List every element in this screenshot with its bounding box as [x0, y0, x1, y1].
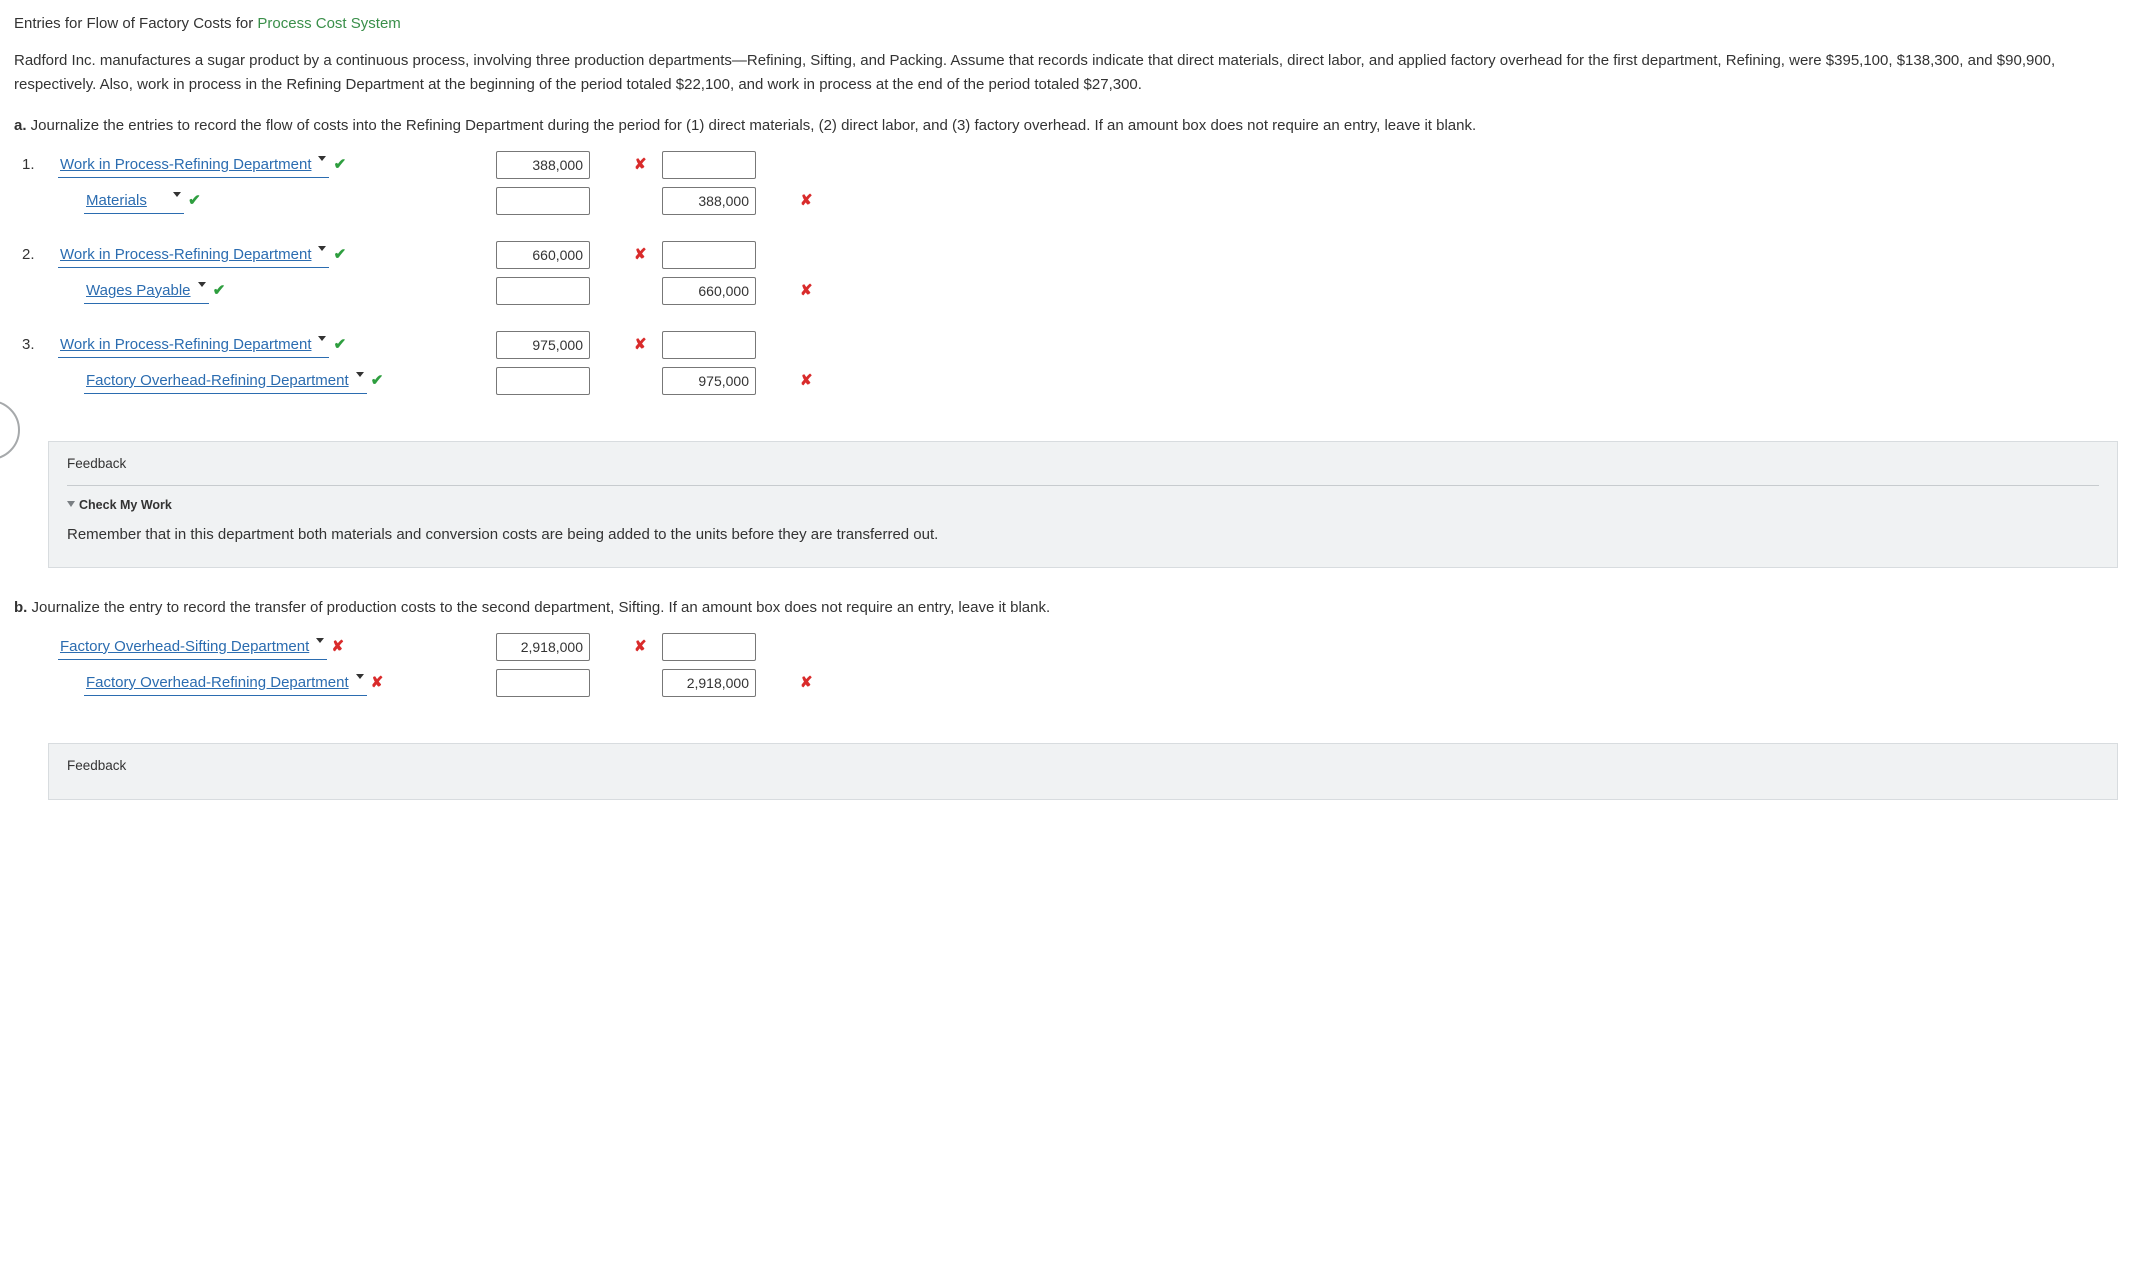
amount-input[interactable] [662, 151, 756, 179]
chevron-down-icon [356, 372, 364, 377]
account-select[interactable]: Work in Process-Refining Department [58, 242, 329, 268]
chevron-down-icon [198, 282, 206, 287]
check-icon: ✔ [334, 156, 347, 173]
x-icon: ✘ [634, 635, 654, 658]
account-select[interactable]: Factory Overhead-Sifting Department [58, 634, 327, 660]
amount-input[interactable] [496, 187, 590, 215]
journal-row-debit: 1. Work in Process-Refining Department ✔ 3… [22, 151, 2118, 179]
account-select[interactable]: Wages Payable [84, 278, 209, 304]
check-icon: ✔ [334, 246, 347, 263]
part-a-prompt: a. Journalize the entries to record the … [14, 114, 2118, 137]
amount-input[interactable]: 660,000 [662, 277, 756, 305]
chevron-down-icon [356, 674, 364, 679]
x-icon: ✘ [800, 671, 820, 694]
amount-input[interactable] [496, 367, 590, 395]
x-icon: ✘ [800, 189, 820, 212]
x-icon: ✘ [634, 333, 654, 356]
amount-input[interactable] [662, 633, 756, 661]
part-a-label: a. [14, 117, 27, 134]
check-my-work-label: Check My Work [79, 498, 172, 512]
title-link[interactable]: Process Cost System [257, 15, 400, 32]
account-select-value: Factory Overhead-Refining Department [86, 674, 349, 691]
check-icon: ✔ [213, 282, 226, 299]
x-icon: ✘ [634, 153, 654, 176]
feedback-header: Feedback [67, 756, 2099, 787]
journal-row-credit: Factory Overhead-Refining Department ✘ 2,… [22, 669, 2118, 697]
account-select-value: Wages Payable [86, 282, 191, 299]
page-title: Entries for Flow of Factory Costs for Pr… [14, 12, 2118, 35]
amount-input[interactable]: 975,000 [496, 331, 590, 359]
account-select-value: Materials [86, 192, 147, 209]
entry-number: 3. [22, 333, 50, 356]
part-b-label: b. [14, 599, 27, 616]
journal-row-debit: 3. Work in Process-Refining Department ✔ 9… [22, 331, 2118, 359]
amount-input[interactable]: 660,000 [496, 241, 590, 269]
account-select[interactable]: Work in Process-Refining Department [58, 152, 329, 178]
account-select-value: Factory Overhead-Refining Department [86, 372, 349, 389]
journal-row-credit: Factory Overhead-Refining Department ✔ 97… [22, 367, 2118, 395]
feedback-header: Feedback [67, 454, 2099, 485]
check-icon: ✔ [188, 192, 201, 209]
amount-input[interactable]: 388,000 [662, 187, 756, 215]
journal-row-credit: Materials ✔ 388,000 ✘ [22, 187, 2118, 215]
x-icon: ✘ [371, 674, 384, 691]
amount-input[interactable]: 388,000 [496, 151, 590, 179]
amount-input[interactable]: 975,000 [662, 367, 756, 395]
check-icon: ✔ [334, 336, 347, 353]
entry-number: 1. [22, 153, 50, 176]
account-select-value: Work in Process-Refining Department [60, 156, 311, 173]
account-select-value: Work in Process-Refining Department [60, 336, 311, 353]
amount-input[interactable] [496, 669, 590, 697]
account-select[interactable]: Materials [84, 188, 184, 214]
part-b-prompt: b. Journalize the entry to record the tr… [14, 596, 2118, 619]
chevron-down-icon [316, 638, 324, 643]
journal-row-credit: Wages Payable ✔ 660,000 ✘ [22, 277, 2118, 305]
triangle-down-icon [67, 501, 75, 507]
chevron-down-icon [318, 336, 326, 341]
part-b-text: Journalize the entry to record the trans… [27, 599, 1050, 616]
amount-input[interactable]: 2,918,000 [662, 669, 756, 697]
feedback-box-a: Feedback Check My Work Remember that in … [48, 441, 2118, 568]
x-icon: ✘ [800, 279, 820, 302]
chevron-down-icon [318, 156, 326, 161]
title-prefix: Entries for Flow of Factory Costs for [14, 15, 257, 32]
account-select-value: Factory Overhead-Sifting Department [60, 638, 309, 655]
check-icon: ✔ [371, 372, 384, 389]
feedback-box-b: Feedback [48, 743, 2118, 800]
amount-input[interactable] [662, 241, 756, 269]
x-icon: ✘ [800, 369, 820, 392]
x-icon: ✘ [331, 638, 344, 655]
account-select[interactable]: Factory Overhead-Refining Department [84, 670, 367, 696]
account-select[interactable]: Work in Process-Refining Department [58, 332, 329, 358]
check-my-work-toggle[interactable]: Check My Work [67, 496, 2099, 523]
journal-row-debit: 2. Work in Process-Refining Department ✔ 6… [22, 241, 2118, 269]
account-select-value: Work in Process-Refining Department [60, 246, 311, 263]
amount-input[interactable] [662, 331, 756, 359]
amount-input[interactable]: 2,918,000 [496, 633, 590, 661]
entry-number: 2. [22, 243, 50, 266]
amount-input[interactable] [496, 277, 590, 305]
chevron-down-icon [173, 192, 181, 197]
feedback-body: Remember that in this department both ma… [67, 523, 2099, 546]
journal-row-debit: Factory Overhead-Sifting Department ✘ 2,9… [22, 633, 2118, 661]
part-a-text: Journalize the entries to record the flo… [27, 117, 1477, 134]
account-select[interactable]: Factory Overhead-Refining Department [84, 368, 367, 394]
problem-intro: Radford Inc. manufactures a sugar produc… [14, 49, 2118, 96]
x-icon: ✘ [634, 243, 654, 266]
feedback-divider [67, 485, 2099, 486]
chevron-down-icon [318, 246, 326, 251]
